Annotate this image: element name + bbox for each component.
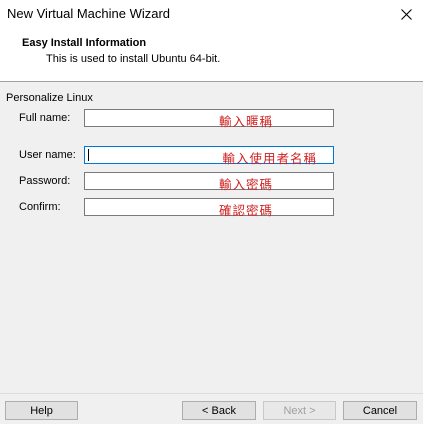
user-name-hint: 輸入使用者名稱 — [222, 152, 317, 166]
help-button[interactable]: Help — [5, 401, 78, 420]
close-button[interactable] — [389, 0, 423, 28]
title-bar: New Virtual Machine Wizard — [0, 0, 423, 28]
header-title: Easy Install Information — [22, 37, 147, 49]
full-name-label: Full name: — [19, 112, 71, 124]
window-title: New Virtual Machine Wizard — [7, 6, 171, 21]
password-field[interactable]: 輸入密碼 — [84, 172, 334, 192]
confirm-label: Confirm: — [19, 201, 61, 213]
password-hint: 輸入密碼 — [218, 178, 273, 192]
full-name-hint: 輸入暱稱 — [218, 115, 273, 129]
back-button[interactable]: < Back — [182, 401, 256, 420]
wizard-header: Easy Install Information This is used to… — [0, 28, 423, 82]
text-caret — [88, 149, 89, 161]
user-name-label: User name: — [19, 149, 76, 161]
cancel-button[interactable]: Cancel — [343, 401, 417, 420]
confirm-field[interactable]: 確認密碼 — [84, 198, 334, 218]
confirm-hint: 確認密碼 — [218, 204, 273, 218]
personalize-linux-label: Personalize Linux — [6, 92, 93, 104]
full-name-field[interactable]: 輸入暱稱 — [84, 109, 334, 129]
header-subtitle: This is used to install Ubuntu 64-bit. — [46, 53, 221, 65]
footer-divider — [0, 393, 423, 394]
user-name-field[interactable]: 輸入使用者名稱 — [84, 146, 334, 166]
next-button[interactable]: Next > — [263, 401, 336, 420]
password-label: Password: — [19, 175, 71, 187]
close-icon — [400, 8, 412, 20]
